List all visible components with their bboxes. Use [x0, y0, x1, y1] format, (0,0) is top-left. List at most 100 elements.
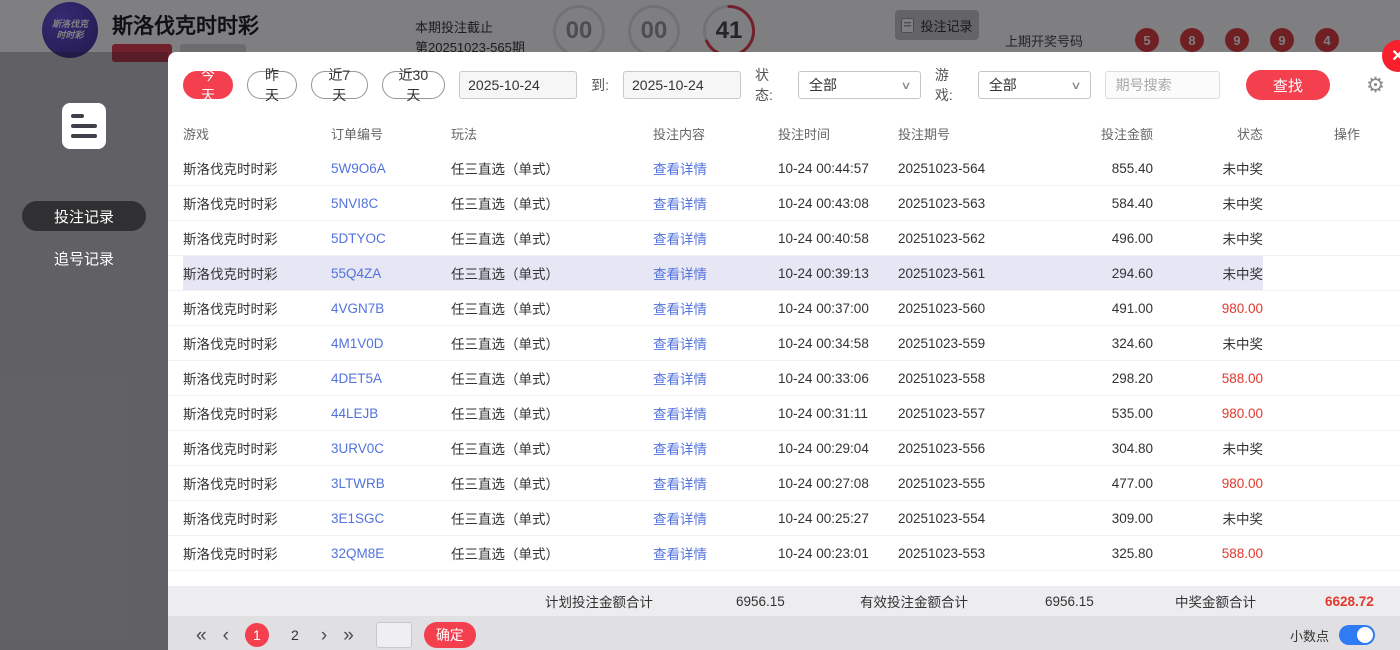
view-details-link[interactable]: 查看详情	[653, 466, 778, 500]
chevron-down-icon: ∨	[900, 79, 911, 92]
search-button[interactable]: 查找	[1246, 70, 1331, 100]
range-30days-button[interactable]: 近30天	[382, 71, 446, 99]
status-select[interactable]: 全部 ∨	[798, 71, 921, 99]
cell-bet-amount: 325.80	[1063, 536, 1153, 570]
cell-bet-amount: 535.00	[1063, 396, 1153, 430]
game-select[interactable]: 全部 ∨	[978, 71, 1091, 99]
records-document-icon	[58, 100, 110, 157]
decimal-label: 小数点	[1290, 626, 1329, 645]
cell-bet-time: 10-24 00:40:58	[778, 221, 898, 255]
view-details-link[interactable]: 查看详情	[653, 501, 778, 535]
cell-bet-time: 10-24 00:44:57	[778, 151, 898, 185]
cell-status: 未中奖	[1153, 326, 1263, 360]
valid-total-value: 6956.15	[1045, 586, 1094, 616]
win-total-label: 中奖金额合计	[1175, 586, 1256, 616]
win-total-value: 6628.72	[1325, 586, 1374, 616]
cell-game: 斯洛伐克时时彩	[183, 501, 331, 535]
order-number-link[interactable]: 44LEJB	[331, 396, 451, 430]
cell-bet-amount: 584.40	[1063, 186, 1153, 220]
cell-game: 斯洛伐克时时彩	[183, 431, 331, 465]
cell-game: 斯洛伐克时时彩	[183, 536, 331, 570]
last-page-icon[interactable]: »	[343, 626, 354, 645]
page-button-2[interactable]: 2	[283, 623, 307, 647]
page-button-1[interactable]: 1	[245, 623, 269, 647]
order-number-link[interactable]: 3E1SGC	[331, 501, 451, 535]
cell-game: 斯洛伐克时时彩	[183, 186, 331, 220]
view-details-link[interactable]: 查看详情	[653, 186, 778, 220]
order-number-link[interactable]: 3LTWRB	[331, 466, 451, 500]
prev-page-icon[interactable]: ‹	[223, 626, 229, 645]
order-number-link[interactable]: 5NVI8C	[331, 186, 451, 220]
column-header-order: 订单编号	[331, 124, 451, 143]
cell-play-type: 任三直选（单式）	[451, 291, 653, 325]
cell-bet-time: 10-24 00:25:27	[778, 501, 898, 535]
table-row: 斯洛伐克时时彩 32QM8E 任三直选（单式） 查看详情 10-24 00:23…	[168, 536, 1400, 571]
view-details-link[interactable]: 查看详情	[653, 361, 778, 395]
order-number-link[interactable]: 55Q4ZA	[331, 256, 451, 290]
filter-bar: 今天 昨天 近7天 近30天 到: 状态: 全部 ∨ 游戏: 全部 ∨ 查找 ⚙	[168, 52, 1400, 116]
cell-play-type: 任三直选（单式）	[451, 326, 653, 360]
order-number-link[interactable]: 4DET5A	[331, 361, 451, 395]
view-details-link[interactable]: 查看详情	[653, 431, 778, 465]
view-details-link[interactable]: 查看详情	[653, 151, 778, 185]
cell-bet-issue: 20251023-553	[898, 536, 1063, 570]
summary-bar: 计划投注金额合计 6956.15 有效投注金额合计 6956.15 中奖金额合计…	[168, 586, 1400, 616]
table-row: 斯洛伐克时时彩 55Q4ZA 任三直选（单式） 查看详情 10-24 00:39…	[168, 256, 1400, 291]
order-number-link[interactable]: 32QM8E	[331, 536, 451, 570]
table-row: 斯洛伐克时时彩 4VGN7B 任三直选（单式） 查看详情 10-24 00:37…	[168, 291, 1400, 326]
order-number-link[interactable]: 5W9O6A	[331, 151, 451, 185]
cell-bet-time: 10-24 00:43:08	[778, 186, 898, 220]
cell-bet-amount: 304.80	[1063, 431, 1153, 465]
cell-status: 未中奖	[1153, 256, 1263, 290]
view-details-link[interactable]: 查看详情	[653, 221, 778, 255]
pagination-bar: « ‹ 1 2 › » 确定 小数点	[168, 616, 1400, 650]
order-number-link[interactable]: 5DTYOC	[331, 221, 451, 255]
cell-action	[1263, 536, 1385, 570]
range-today-button[interactable]: 今天	[183, 71, 233, 99]
view-details-link[interactable]: 查看详情	[653, 536, 778, 570]
cell-bet-issue: 20251023-554	[898, 501, 1063, 535]
cell-bet-time: 10-24 00:39:13	[778, 256, 898, 290]
view-details-link[interactable]: 查看详情	[653, 256, 778, 290]
sidebar-item-bet-records[interactable]: 投注记录	[22, 201, 146, 231]
gear-icon[interactable]: ⚙	[1366, 73, 1385, 98]
valid-total-label: 有效投注金额合计	[860, 586, 968, 616]
date-to-label: 到:	[591, 75, 609, 95]
table-row: 斯洛伐克时时彩 4M1V0D 任三直选（单式） 查看详情 10-24 00:34…	[168, 326, 1400, 361]
cell-status: 未中奖	[1153, 186, 1263, 220]
cell-status: 588.00	[1153, 361, 1263, 395]
order-number-link[interactable]: 3URV0C	[331, 431, 451, 465]
cell-bet-amount: 294.60	[1063, 256, 1153, 290]
confirm-page-button[interactable]: 确定	[424, 622, 476, 648]
decimal-toggle-group: 小数点	[1290, 625, 1375, 645]
column-header-game: 游戏	[183, 124, 331, 143]
view-details-link[interactable]: 查看详情	[653, 396, 778, 430]
cell-action	[1263, 151, 1385, 185]
cell-bet-issue: 20251023-563	[898, 186, 1063, 220]
view-details-link[interactable]: 查看详情	[653, 291, 778, 325]
page-number-input[interactable]	[376, 622, 412, 648]
cell-status: 未中奖	[1153, 151, 1263, 185]
issue-search-input[interactable]	[1105, 71, 1220, 99]
cell-bet-time: 10-24 00:29:04	[778, 431, 898, 465]
table-row: 斯洛伐克时时彩 5DTYOC 任三直选（单式） 查看详情 10-24 00:40…	[168, 221, 1400, 256]
sidebar-item-chase-records[interactable]: 追号记录	[22, 243, 146, 273]
status-select-value: 全部	[809, 75, 837, 95]
cell-bet-issue: 20251023-556	[898, 431, 1063, 465]
decimal-toggle[interactable]	[1339, 625, 1375, 645]
cell-bet-amount: 491.00	[1063, 291, 1153, 325]
toggle-knob	[1357, 627, 1373, 643]
range-7days-button[interactable]: 近7天	[311, 71, 368, 99]
order-number-link[interactable]: 4VGN7B	[331, 291, 451, 325]
view-details-link[interactable]: 查看详情	[653, 326, 778, 360]
cell-bet-issue: 20251023-557	[898, 396, 1063, 430]
cell-action	[1263, 291, 1385, 325]
date-to-input[interactable]	[623, 71, 741, 99]
range-yesterday-button[interactable]: 昨天	[247, 71, 297, 99]
first-page-icon[interactable]: «	[196, 626, 207, 645]
date-from-input[interactable]	[459, 71, 577, 99]
cell-status: 980.00	[1153, 466, 1263, 500]
cell-game: 斯洛伐克时时彩	[183, 466, 331, 500]
order-number-link[interactable]: 4M1V0D	[331, 326, 451, 360]
next-page-icon[interactable]: ›	[321, 626, 327, 645]
